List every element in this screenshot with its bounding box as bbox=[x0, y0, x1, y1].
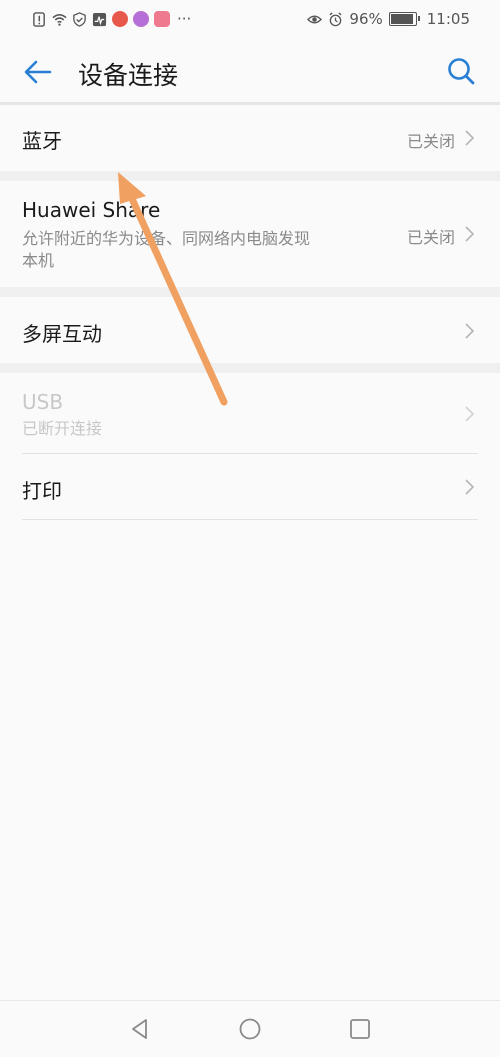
battery-percentage: 96% bbox=[349, 10, 383, 28]
setting-row-huawei-share[interactable]: Huawei Share 允许附近的华为设备、同网络内电脑发现本机 已关闭 bbox=[0, 181, 500, 287]
setting-title: USB bbox=[22, 390, 64, 414]
app-notification-icon bbox=[133, 11, 149, 27]
chevron-right-icon bbox=[465, 479, 475, 495]
setting-title: 打印 bbox=[22, 479, 62, 503]
alarm-icon bbox=[329, 11, 342, 26]
wifi-icon bbox=[52, 13, 67, 26]
chevron-right-icon bbox=[465, 130, 475, 146]
chevron-right-icon bbox=[465, 323, 475, 339]
nav-back-icon[interactable] bbox=[128, 1017, 152, 1041]
setting-status: 已关闭 bbox=[406, 132, 455, 151]
page-title: 设备连接 bbox=[78, 61, 179, 90]
setting-row-multi-screen[interactable]: 多屏互动 bbox=[0, 297, 500, 363]
setting-row-print[interactable]: 打印 bbox=[0, 454, 500, 519]
back-arrow-icon[interactable] bbox=[22, 56, 54, 88]
alert-icon bbox=[33, 11, 45, 27]
app-notification-icon bbox=[154, 11, 170, 27]
battery-icon bbox=[388, 12, 420, 26]
more-notifications-icon: ··· bbox=[177, 10, 192, 28]
app-notification-icon bbox=[112, 11, 128, 27]
setting-title: 蓝牙 bbox=[22, 129, 62, 153]
setting-title: 多屏互动 bbox=[22, 322, 102, 346]
setting-row-bluetooth[interactable]: 蓝牙 已关闭 bbox=[0, 105, 500, 171]
section-gap bbox=[0, 363, 500, 373]
system-navigation-bar bbox=[0, 1000, 500, 1057]
status-right-icons: 96% 11:05 bbox=[307, 10, 470, 28]
setting-row-usb: USB 已断开连接 bbox=[0, 373, 500, 453]
setting-subtitle: 允许附近的华为设备、同网络内电脑发现本机 bbox=[22, 229, 311, 270]
setting-title: Huawei Share bbox=[22, 198, 161, 222]
section-gap bbox=[0, 287, 500, 297]
row-divider bbox=[22, 519, 478, 520]
chevron-right-icon bbox=[465, 406, 475, 422]
shield-icon bbox=[73, 11, 86, 27]
activity-icon bbox=[92, 12, 107, 26]
nav-recents-icon[interactable] bbox=[348, 1017, 372, 1041]
status-bar: ··· 96% 11:05 bbox=[0, 0, 500, 40]
eye-icon bbox=[307, 15, 323, 23]
chevron-right-icon bbox=[465, 226, 475, 242]
app-toolbar: 设备连接 bbox=[0, 40, 500, 104]
setting-status: 已关闭 bbox=[406, 228, 455, 247]
status-left-icons: ··· bbox=[32, 10, 191, 28]
section-gap bbox=[0, 171, 500, 181]
search-icon[interactable] bbox=[446, 56, 476, 86]
nav-home-icon[interactable] bbox=[238, 1017, 262, 1041]
clock: 11:05 bbox=[426, 10, 470, 28]
setting-subtitle: 已断开连接 bbox=[22, 419, 103, 438]
